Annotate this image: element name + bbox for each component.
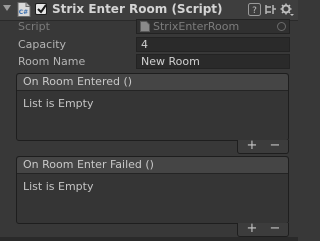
component-title: Strix Enter Room (Script) — [52, 2, 223, 16]
script-value: StrixEnterRoom — [153, 20, 240, 33]
event-list-footer: + − — [237, 138, 289, 154]
object-picker-icon[interactable] — [277, 22, 286, 31]
event-header: On Room Entered () — [17, 74, 288, 91]
chevron-down-icon[interactable] — [3, 5, 11, 11]
inspector-panel: C# Strix Enter Room (Script) ? Script St… — [0, 0, 298, 241]
capacity-input[interactable]: 4 — [136, 37, 290, 52]
add-listener-button[interactable]: + — [241, 138, 263, 153]
component-header[interactable]: C# Strix Enter Room (Script) ? — [0, 0, 298, 21]
event-header: On Room Enter Failed () — [17, 157, 288, 174]
svg-text:?: ? — [252, 6, 257, 16]
add-listener-button[interactable]: + — [241, 221, 263, 236]
cs-script-icon: C# — [17, 2, 31, 17]
help-icon[interactable]: ? — [248, 3, 261, 19]
capacity-label: Capacity — [18, 38, 67, 51]
event-empty-text: List is Empty — [23, 97, 94, 110]
svg-text:C#: C# — [19, 9, 28, 16]
enabled-checkbox[interactable] — [35, 3, 47, 15]
event-list-footer: + − — [237, 221, 289, 237]
script-row: Script StrixEnterRoom — [0, 19, 298, 35]
script-field[interactable]: StrixEnterRoom — [136, 19, 290, 34]
event-empty-text: List is Empty — [23, 180, 94, 193]
room-name-label: Room Name — [18, 55, 86, 68]
preset-icon[interactable] — [264, 3, 277, 19]
remove-listener-button[interactable]: − — [264, 138, 286, 153]
checkmark-icon — [37, 4, 47, 14]
script-label: Script — [18, 20, 50, 33]
room-name-input[interactable]: New Room — [136, 54, 290, 69]
cs-script-icon — [140, 21, 150, 33]
on-room-enter-failed-event: On Room Enter Failed () List is Empty — [16, 156, 289, 224]
panel-divider — [0, 237, 298, 241]
on-room-entered-event: On Room Entered () List is Empty — [16, 73, 289, 141]
capacity-row: Capacity 4 — [0, 37, 298, 53]
gear-icon[interactable] — [280, 3, 294, 20]
room-name-row: Room Name New Room — [0, 54, 298, 70]
remove-listener-button[interactable]: − — [264, 221, 286, 236]
